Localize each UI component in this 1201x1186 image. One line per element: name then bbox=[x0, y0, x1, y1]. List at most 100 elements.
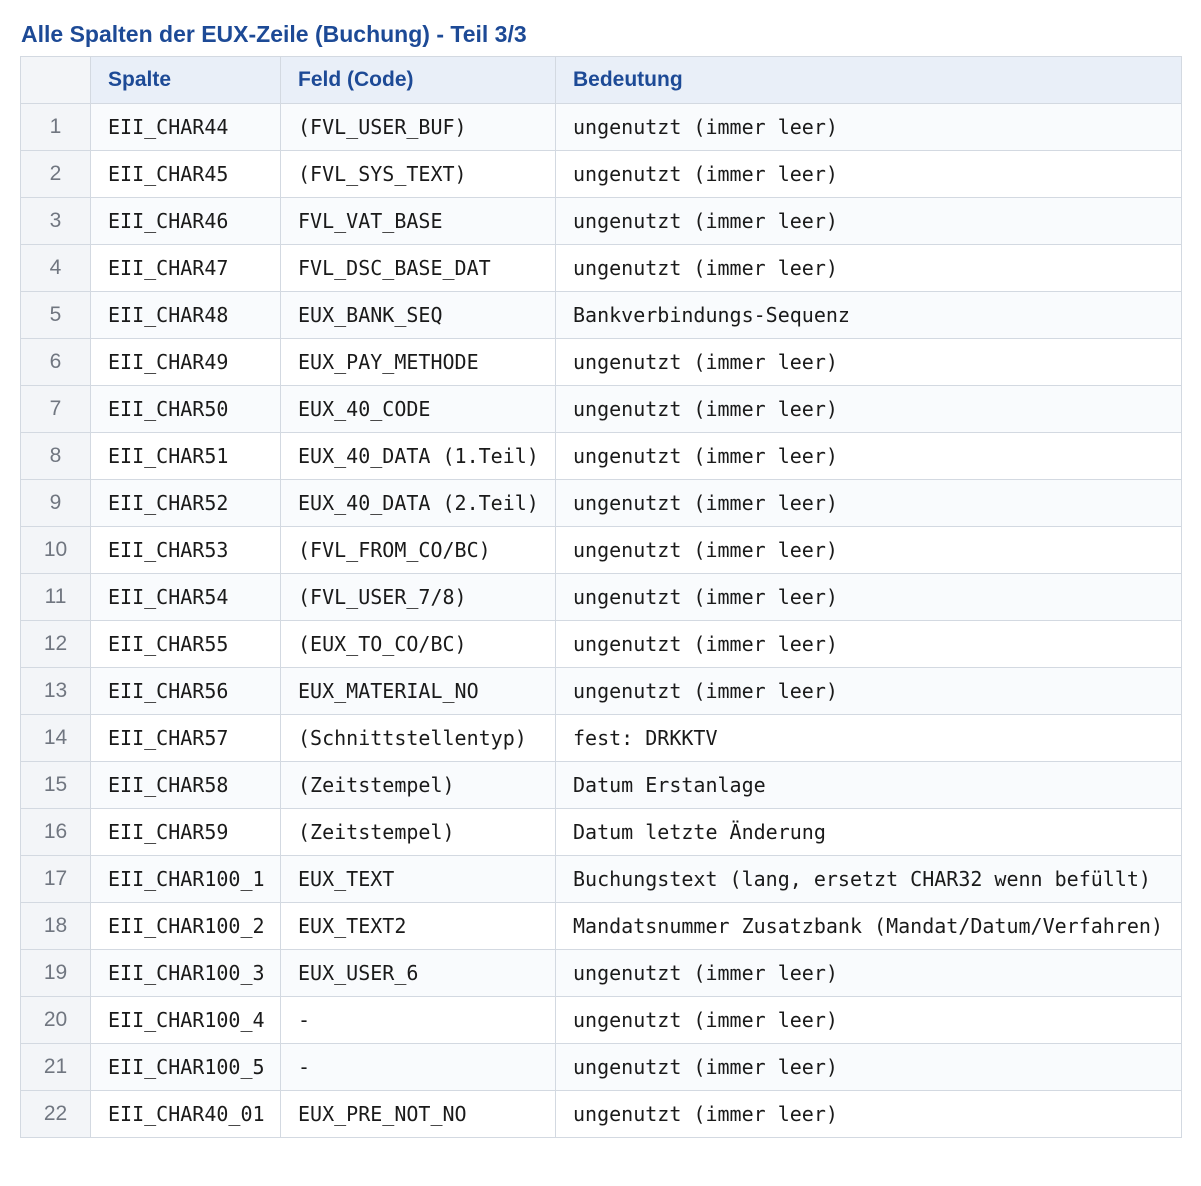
bedeutung-cell: Mandatsnummer Zusatzbank (Mandat/Datum/V… bbox=[555, 902, 1182, 950]
row-number-cell: 21 bbox=[20, 1043, 91, 1091]
bedeutung-cell: Bankverbindungs-Sequenz bbox=[555, 291, 1182, 339]
spalte-cell: EII_CHAR58 bbox=[90, 761, 281, 809]
row-number-cell: 16 bbox=[20, 808, 91, 856]
feld-cell: - bbox=[280, 1043, 556, 1091]
feld-cell: EUX_MATERIAL_NO bbox=[280, 667, 556, 715]
row-number-cell: 19 bbox=[20, 949, 91, 997]
spalte-cell: EII_CHAR51 bbox=[90, 432, 281, 480]
spalte-cell: EII_CHAR57 bbox=[90, 714, 281, 762]
bedeutung-cell: ungenutzt (immer leer) bbox=[555, 667, 1182, 715]
bedeutung-cell: ungenutzt (immer leer) bbox=[555, 103, 1182, 151]
table-row: 8 EII_CHAR51 EUX_40_DATA (1.Teil) ungenutzt… bbox=[20, 432, 1182, 480]
feld-cell: - bbox=[280, 996, 556, 1044]
spalte-cell: EII_CHAR44 bbox=[90, 103, 281, 151]
feld-cell: FVL_VAT_BASE bbox=[280, 197, 556, 245]
table-row: 13 EII_CHAR56 EUX_MATERIAL_NO ungenutzt (im… bbox=[20, 667, 1182, 715]
table-row: 17 EII_CHAR100_1 EUX_TEXT Buchungstext (lan… bbox=[20, 855, 1182, 903]
row-number-cell: 17 bbox=[20, 855, 91, 903]
row-number-cell: 7 bbox=[20, 385, 91, 433]
table-row: 1 EII_CHAR44 (FVL_USER_BUF) ungenutzt (imme… bbox=[20, 103, 1182, 151]
spalte-cell: EII_CHAR49 bbox=[90, 338, 281, 386]
feld-cell: EUX_BANK_SEQ bbox=[280, 291, 556, 339]
row-number-cell: 2 bbox=[20, 150, 91, 198]
feld-cell: EUX_40_CODE bbox=[280, 385, 556, 433]
row-number-cell: 18 bbox=[20, 902, 91, 950]
table-row: 10 EII_CHAR53 (FVL_FROM_CO/BC) ungenutzt (i… bbox=[20, 526, 1182, 574]
row-number-cell: 9 bbox=[20, 479, 91, 527]
bedeutung-cell: Datum letzte Änderung bbox=[555, 808, 1182, 856]
spalte-cell: EII_CHAR52 bbox=[90, 479, 281, 527]
spalte-cell: EII_CHAR100_3 bbox=[90, 949, 281, 997]
bedeutung-cell: ungenutzt (immer leer) bbox=[555, 620, 1182, 668]
spalte-cell: EII_CHAR50 bbox=[90, 385, 281, 433]
feld-cell: EUX_PRE_NOT_NO bbox=[280, 1090, 556, 1138]
feld-cell: FVL_DSC_BASE_DAT bbox=[280, 244, 556, 292]
table-row: 12 EII_CHAR55 (EUX_TO_CO/BC) ungenutzt (imm… bbox=[20, 620, 1182, 668]
row-number-cell: 22 bbox=[20, 1090, 91, 1138]
bedeutung-cell: ungenutzt (immer leer) bbox=[555, 1043, 1182, 1091]
spalte-cell: EII_CHAR48 bbox=[90, 291, 281, 339]
feld-cell: EUX_40_DATA (1.Teil) bbox=[280, 432, 556, 480]
row-number-cell: 10 bbox=[20, 526, 91, 574]
bedeutung-cell: ungenutzt (immer leer) bbox=[555, 197, 1182, 245]
spalte-cell: EII_CHAR59 bbox=[90, 808, 281, 856]
spalte-cell: EII_CHAR56 bbox=[90, 667, 281, 715]
row-number-cell: 1 bbox=[20, 103, 91, 151]
table-row: 18 EII_CHAR100_2 EUX_TEXT2 Mandatsnummer Zu… bbox=[20, 902, 1182, 950]
page-title: Alle Spalten der EUX-Zeile (Buchung) - T… bbox=[21, 21, 527, 47]
table-row: 5 EII_CHAR48 EUX_BANK_SEQ Bankverbindungs-S… bbox=[20, 291, 1182, 339]
row-number-cell: 5 bbox=[20, 291, 91, 339]
row-number-cell: 14 bbox=[20, 714, 91, 762]
feld-cell: EUX_40_DATA (2.Teil) bbox=[280, 479, 556, 527]
table-row: 15 EII_CHAR58 (Zeitstempel) Datum Erstanlag… bbox=[20, 761, 1182, 809]
spalte-cell: EII_CHAR46 bbox=[90, 197, 281, 245]
spalte-cell: EII_CHAR40_01 bbox=[90, 1090, 281, 1138]
feld-cell: (FVL_FROM_CO/BC) bbox=[280, 526, 556, 574]
feld-cell: (Zeitstempel) bbox=[280, 808, 556, 856]
bedeutung-cell: ungenutzt (immer leer) bbox=[555, 1090, 1182, 1138]
row-number-cell: 15 bbox=[20, 761, 91, 809]
columns-table: Spalte Feld (Code) Bedeutung 1 EII_CHAR44… bbox=[20, 56, 1182, 1138]
feld-cell: (FVL_USER_7/8) bbox=[280, 573, 556, 621]
bedeutung-cell: ungenutzt (immer leer) bbox=[555, 244, 1182, 292]
feld-cell: EUX_PAY_METHODE bbox=[280, 338, 556, 386]
feld-cell: EUX_TEXT2 bbox=[280, 902, 556, 950]
table-row: 3 EII_CHAR46 FVL_VAT_BASE ungenutzt (immer … bbox=[20, 197, 1182, 245]
table-row: 9 EII_CHAR52 EUX_40_DATA (2.Teil) ungenutzt… bbox=[20, 479, 1182, 527]
bedeutung-cell: ungenutzt (immer leer) bbox=[555, 432, 1182, 480]
bedeutung-cell: ungenutzt (immer leer) bbox=[555, 479, 1182, 527]
row-number-header bbox=[20, 56, 91, 104]
bedeutung-cell: ungenutzt (immer leer) bbox=[555, 573, 1182, 621]
bedeutung-cell: ungenutzt (immer leer) bbox=[555, 385, 1182, 433]
table-row: 16 EII_CHAR59 (Zeitstempel) Datum letzte Än… bbox=[20, 808, 1182, 856]
row-number-cell: 8 bbox=[20, 432, 91, 480]
bedeutung-cell: Datum Erstanlage bbox=[555, 761, 1182, 809]
bedeutung-cell: fest: DRKKTV bbox=[555, 714, 1182, 762]
table-body: 1 EII_CHAR44 (FVL_USER_BUF) ungenutzt (imme… bbox=[20, 103, 1182, 1138]
table-row: 7 EII_CHAR50 EUX_40_CODE ungenutzt (immer l… bbox=[20, 385, 1182, 433]
table-row: 19 EII_CHAR100_3 EUX_USER_6 ungenutzt (imme… bbox=[20, 949, 1182, 997]
table-row: 22 EII_CHAR40_01 EUX_PRE_NOT_NO ungenutzt (… bbox=[20, 1090, 1182, 1138]
bedeutung-cell: ungenutzt (immer leer) bbox=[555, 949, 1182, 997]
feld-cell: (EUX_TO_CO/BC) bbox=[280, 620, 556, 668]
row-number-cell: 4 bbox=[20, 244, 91, 292]
spalte-cell: EII_CHAR55 bbox=[90, 620, 281, 668]
feld-cell: (FVL_SYS_TEXT) bbox=[280, 150, 556, 198]
bedeutung-cell: ungenutzt (immer leer) bbox=[555, 338, 1182, 386]
table-row: 20 EII_CHAR100_4- ungenutzt (immer leer) bbox=[20, 996, 1182, 1044]
feld-header: Feld (Code) bbox=[280, 56, 556, 104]
feld-cell: (Schnittstellentyp) bbox=[280, 714, 556, 762]
spalte-cell: EII_CHAR100_1 bbox=[90, 855, 281, 903]
bedeutung-cell: ungenutzt (immer leer) bbox=[555, 526, 1182, 574]
spalte-cell: EII_CHAR47 bbox=[90, 244, 281, 292]
table-row: 6 EII_CHAR49 EUX_PAY_METHODE ungenutzt (imm… bbox=[20, 338, 1182, 386]
spalte-cell: EII_CHAR100_4 bbox=[90, 996, 281, 1044]
table-row: 14 EII_CHAR57 (Schnittstellentyp) fest: DRK… bbox=[20, 714, 1182, 762]
table-row: 11 EII_CHAR54 (FVL_USER_7/8) ungenutzt (imm… bbox=[20, 573, 1182, 621]
feld-cell: EUX_TEXT bbox=[280, 855, 556, 903]
bedeutung-cell: ungenutzt (immer leer) bbox=[555, 996, 1182, 1044]
feld-cell: EUX_USER_6 bbox=[280, 949, 556, 997]
row-number-cell: 11 bbox=[20, 573, 91, 621]
table-row: 2 EII_CHAR45 (FVL_SYS_TEXT) ungenutzt (imme… bbox=[20, 150, 1182, 198]
bedeutung-cell: Buchungstext (lang, ersetzt CHAR32 wenn … bbox=[555, 855, 1182, 903]
